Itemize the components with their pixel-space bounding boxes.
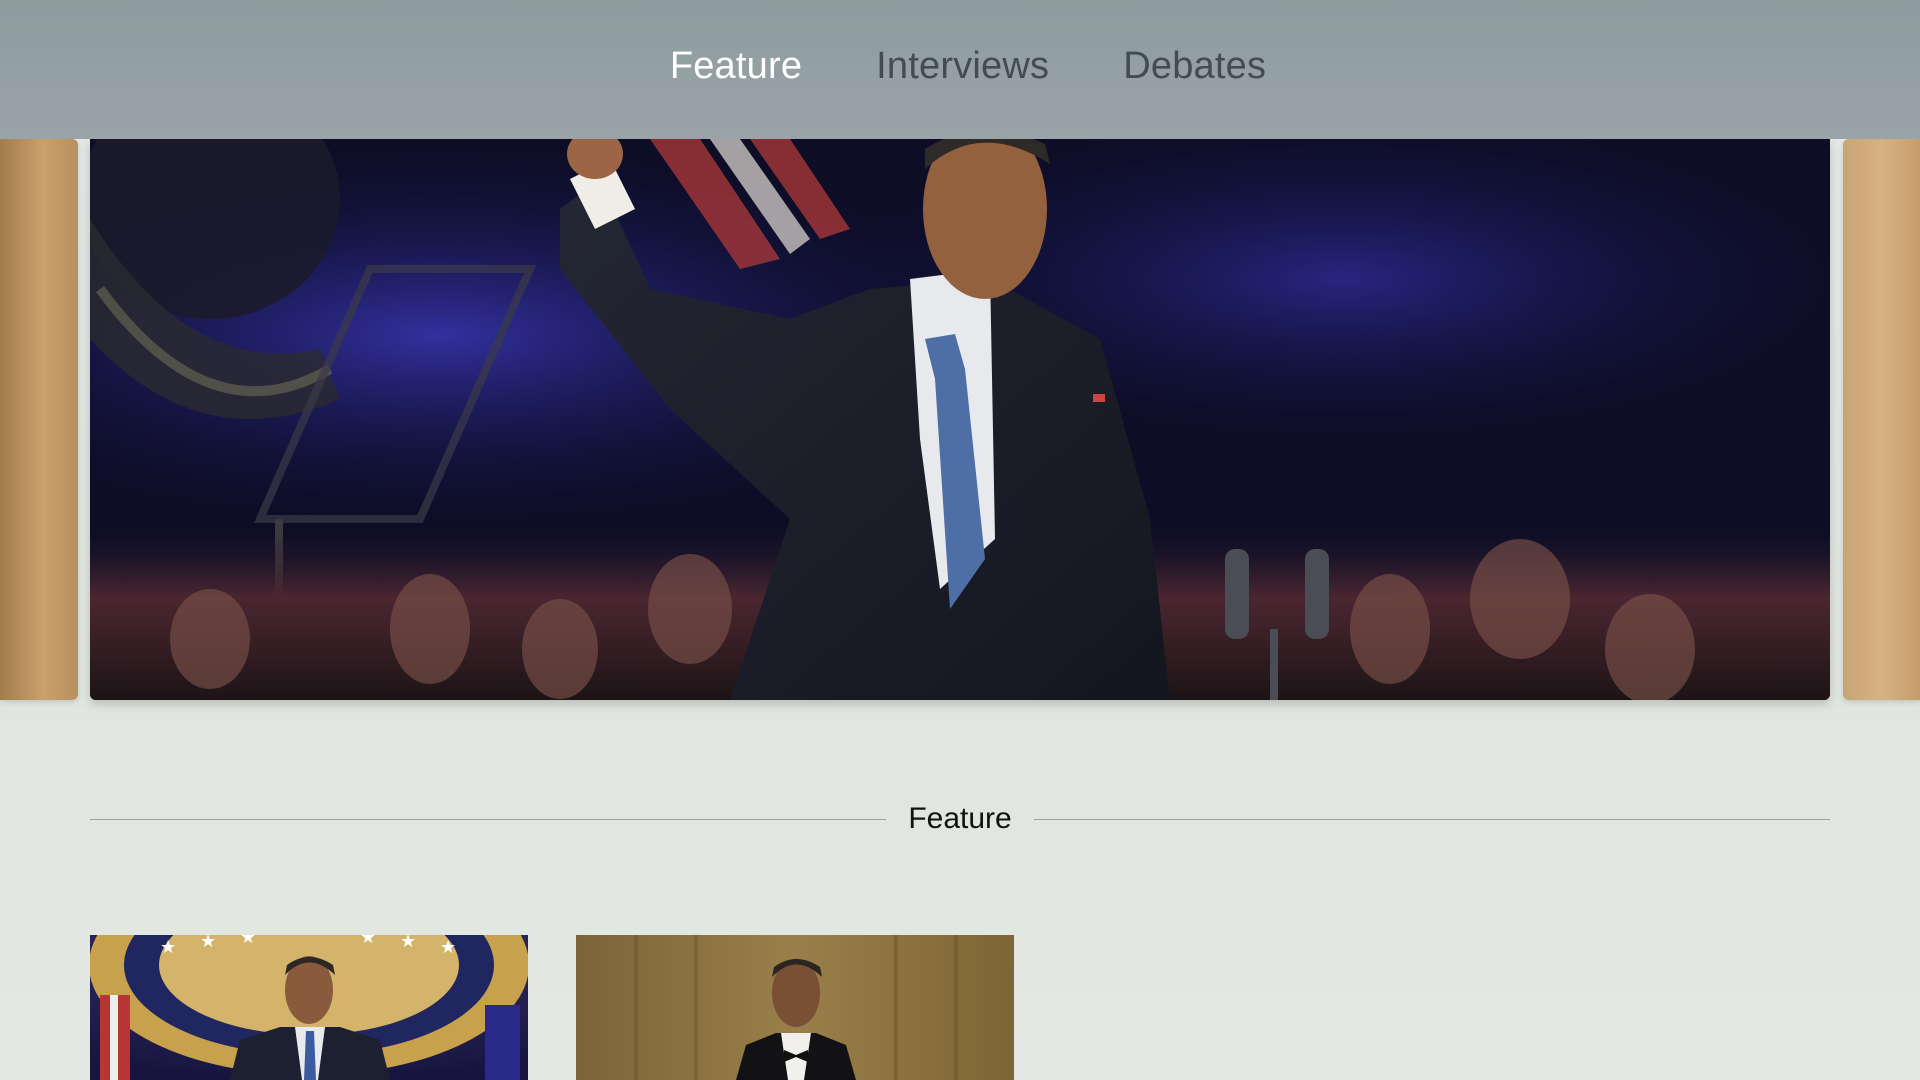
hero-carousel <box>0 139 1920 701</box>
hero-previous-card[interactable] <box>0 139 78 700</box>
section-divider-left <box>90 818 887 820</box>
svg-text:★: ★ <box>160 937 176 958</box>
hero-next-card[interactable] <box>1843 139 1920 700</box>
tab-feature[interactable]: Feature <box>670 45 802 88</box>
svg-text:★: ★ <box>200 935 216 952</box>
hero-featured-card[interactable] <box>90 139 1830 700</box>
top-tab-bar: Feature Interviews Debates <box>0 0 1920 139</box>
svg-text:★: ★ <box>240 935 256 948</box>
thumbnail-image <box>576 935 1014 1080</box>
thumbnail-image: ★ ★ ★ ★ ★ ★ <box>90 935 528 1080</box>
tab-interviews[interactable]: Interviews <box>876 45 1049 88</box>
svg-text:★: ★ <box>440 937 456 958</box>
video-thumbnail[interactable] <box>576 935 1014 1080</box>
svg-text:★: ★ <box>360 935 376 948</box>
video-thumbnail[interactable]: ★ ★ ★ ★ ★ ★ <box>90 935 528 1080</box>
tab-debates[interactable]: Debates <box>1123 45 1266 88</box>
section-header: Feature <box>90 794 1831 844</box>
app-page: Feature Interviews Debates Feature ★ ★ ★… <box>0 0 1920 1080</box>
hero-image <box>90 139 1830 700</box>
tab-list: Feature Interviews Debates <box>670 45 1266 88</box>
section-divider-right <box>1033 818 1831 820</box>
section-title: Feature <box>908 802 1012 835</box>
svg-text:★: ★ <box>400 935 416 952</box>
